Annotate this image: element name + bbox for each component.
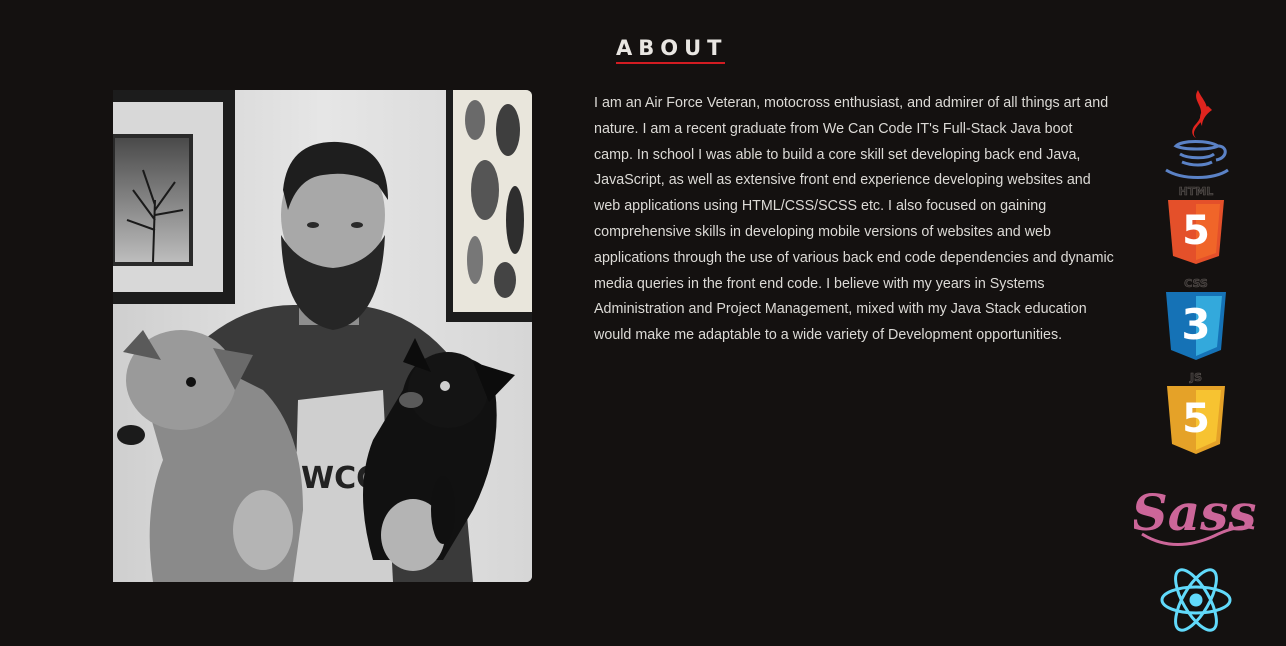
react-icon	[1160, 568, 1232, 632]
sass-icon: Sass	[1134, 483, 1256, 546]
css3-glyph: 3	[1181, 300, 1210, 349]
html5-glyph: 5	[1182, 208, 1210, 254]
javascript-icon: JS 5	[1167, 371, 1225, 454]
sass-wordmark: Sass	[1134, 483, 1256, 542]
java-icon	[1165, 90, 1229, 179]
skills-icon-column: HTML 5 CSS 3 JS 5 Sass	[1130, 86, 1270, 646]
about-section: ABOUT WCCI I am an Air Force Veteran, mo…	[0, 0, 1286, 646]
js-glyph: 5	[1182, 396, 1210, 442]
html5-icon: HTML 5	[1168, 185, 1224, 264]
section-title: ABOUT	[616, 36, 728, 60]
about-bio-text: I am an Air Force Veteran, motocross ent…	[594, 95, 1114, 344]
profile-photo: WCCI	[113, 90, 532, 582]
js-label: JS	[1189, 371, 1202, 384]
html-label: HTML	[1179, 185, 1214, 198]
css-label: CSS	[1184, 277, 1208, 290]
title-underline	[616, 62, 725, 64]
css3-icon: CSS 3	[1166, 277, 1226, 360]
